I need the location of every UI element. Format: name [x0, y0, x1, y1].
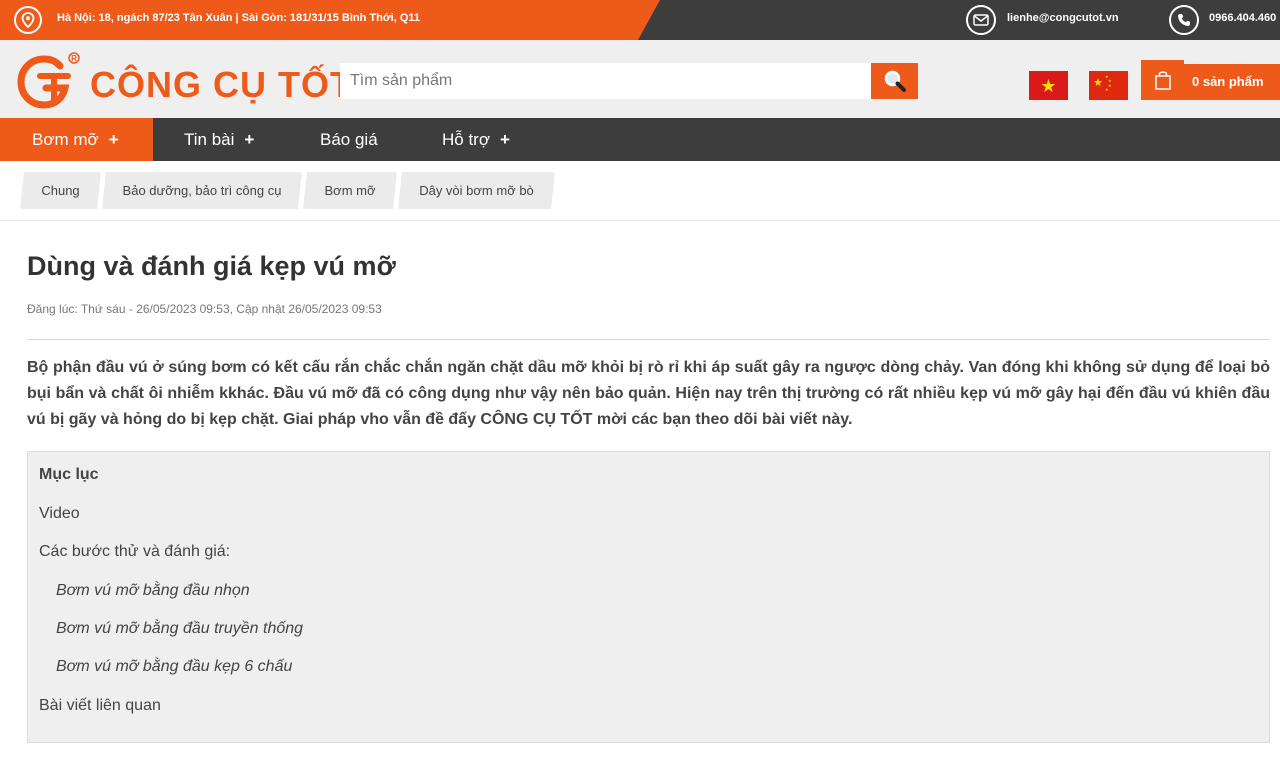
top-bar: Hà Nội: 18, ngách 87/23 Tân Xuân | Sài G… — [0, 0, 1280, 40]
breadcrumb-item[interactable]: Bảo dưỡng, bảo trì công cụ — [102, 172, 302, 209]
toc-link[interactable]: Video — [39, 505, 80, 523]
nav-item-tin-bai[interactable]: Tin bài + — [184, 118, 254, 161]
mail-icon[interactable] — [966, 5, 996, 35]
breadcrumb-item[interactable]: Dây vòi bơm mỡ bò — [398, 172, 555, 209]
nav-item-label: Bơm mỡ — [32, 129, 99, 149]
cart-count: 0 sản phẩm — [1184, 64, 1280, 100]
store-address: Hà Nội: 18, ngách 87/23 Tân Xuân | Sài G… — [57, 12, 421, 24]
nav-item-bom-mo[interactable]: Bơm mỡ + — [0, 118, 153, 161]
breadcrumb: Chung Bảo dưỡng, bảo trì công cụ Bơm mỡ … — [0, 161, 1280, 221]
table-of-contents: Mục lục Video Các bước thử và đánh giá: … — [27, 451, 1270, 743]
location-pin-icon — [14, 6, 42, 34]
plus-icon: + — [500, 129, 510, 149]
cart-button[interactable]: 0 sản phẩm — [1141, 60, 1280, 100]
contact-email-link[interactable]: lienhe@congcutot.vn — [1007, 12, 1119, 24]
svg-text:★: ★ — [1108, 83, 1112, 88]
toc-sublink[interactable]: Bơm vú mỡ bằng đầu truyền thống — [56, 620, 303, 638]
article-intro: Bộ phận đầu vú ở súng bơm có kết cấu rắn… — [27, 359, 1270, 428]
search-button[interactable] — [871, 63, 918, 99]
svg-text:★: ★ — [1093, 76, 1103, 89]
svg-text:★: ★ — [1105, 87, 1109, 92]
page-title: Dùng và đánh giá kẹp vú mỡ — [27, 251, 396, 281]
breadcrumb-item[interactable]: Chung — [20, 172, 101, 209]
nav-item-label: Hỗ trợ — [442, 129, 490, 149]
search-icon — [884, 70, 906, 92]
toc-sublink[interactable]: Bơm vú mỡ bằng đầu kẹp 6 chấu — [56, 658, 292, 676]
toc-sublink[interactable]: Bơm vú mỡ bằng đầu nhọn — [56, 582, 250, 600]
vietnam-flag-icon[interactable]: ★ — [1029, 71, 1068, 100]
shopping-bag-icon — [1141, 60, 1184, 100]
main-nav: Bơm mỡ + Tin bài + Báo giá Hỗ trợ + — [0, 118, 1280, 161]
plus-icon: + — [108, 129, 119, 149]
post-meta: Đăng lúc: Thứ sáu - 26/05/2023 09:53, Cậ… — [27, 302, 382, 316]
site-logo[interactable]: R CÔNG CỤ TỐT — [16, 50, 352, 110]
svg-text:R: R — [71, 54, 77, 63]
breadcrumb-item[interactable]: Bơm mỡ — [303, 172, 397, 209]
search-input[interactable] — [340, 63, 872, 99]
plus-icon: + — [244, 129, 255, 149]
nav-item-label: Tin bài — [184, 129, 235, 149]
logo-mark-icon: R — [17, 52, 80, 109]
nav-item-ho-tro[interactable]: Hỗ trợ + — [442, 118, 510, 161]
nav-item-bao-gia[interactable]: Báo giá — [320, 118, 378, 161]
phone-icon[interactable] — [1169, 5, 1199, 35]
china-flag-icon[interactable]: ★ ★ ★ ★ ★ — [1089, 71, 1128, 100]
toc-link[interactable]: Bài viết liên quan — [39, 697, 161, 715]
contact-phone-link[interactable]: 0966.404.460 — [1209, 12, 1276, 24]
nav-item-label: Báo giá — [320, 129, 378, 149]
divider — [27, 339, 1270, 340]
site-header: R CÔNG CỤ TỐT ★ ★ ★ ★ ★ ★ 0 sản phẩm — [0, 40, 1280, 118]
logo-text: CÔNG CỤ TỐT — [90, 64, 353, 105]
toc-link[interactable]: Các bước thử và đánh giá: — [39, 543, 230, 561]
toc-title: Mục lục — [39, 466, 99, 483]
